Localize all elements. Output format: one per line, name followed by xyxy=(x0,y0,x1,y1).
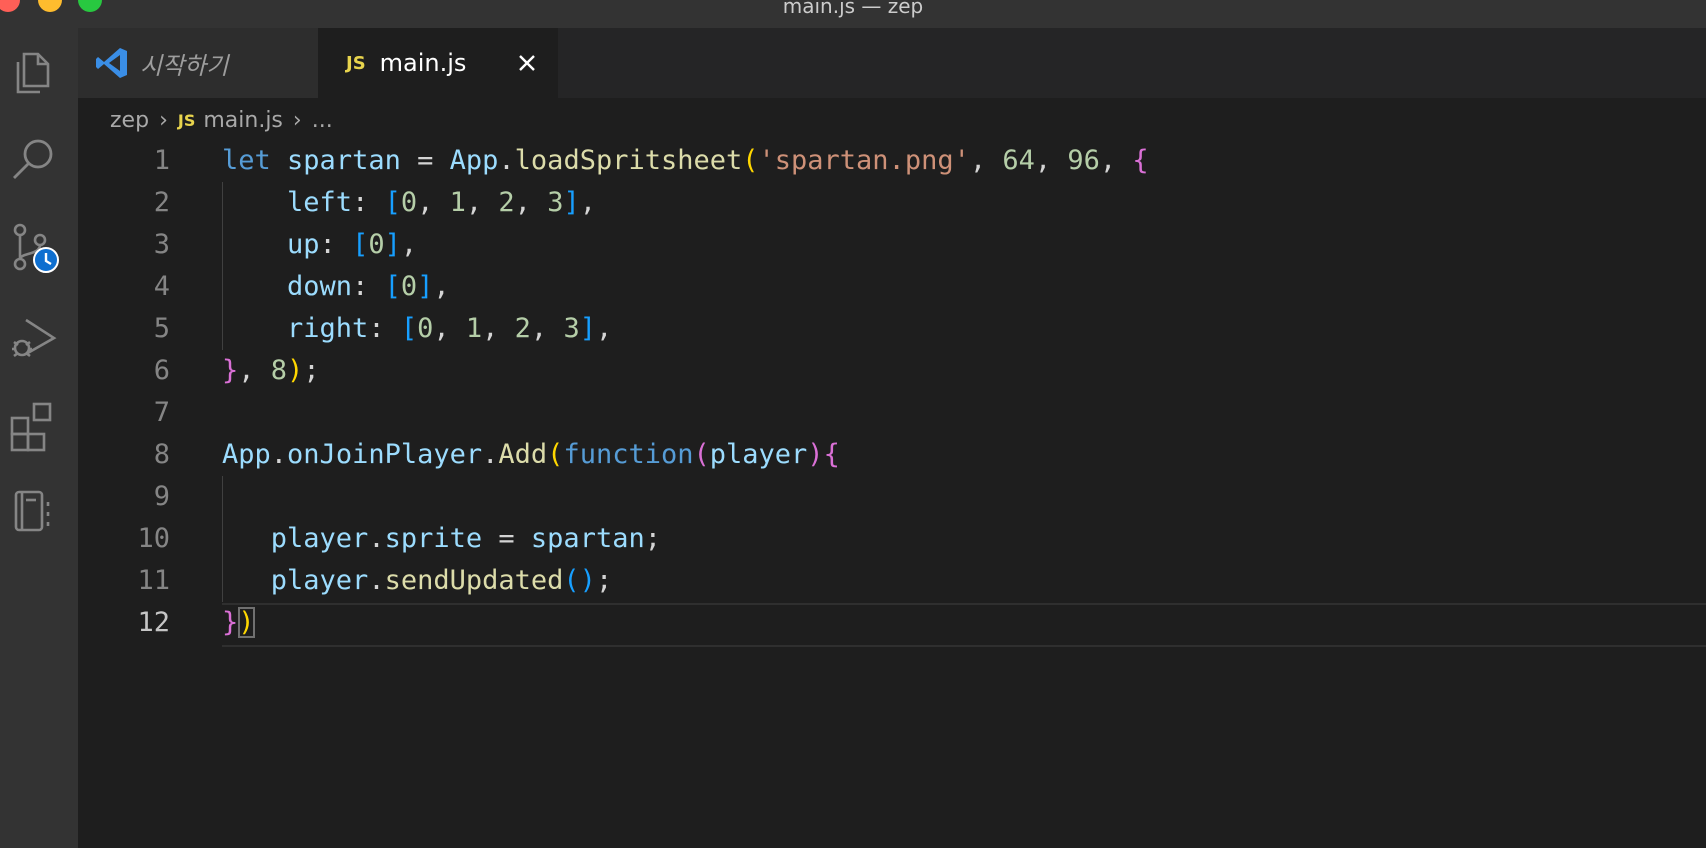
code-line[interactable]: 9 xyxy=(78,476,1706,518)
code-line[interactable]: 1 let spartan = App.loadSpritsheet('spart… xyxy=(78,140,1706,182)
code-line[interactable]: 10 player.sprite = spartan; xyxy=(78,518,1706,560)
close-icon[interactable] xyxy=(510,46,544,80)
code-line[interactable]: 6 }, 8); xyxy=(78,350,1706,392)
line-number: 7 xyxy=(153,397,170,428)
code-line-text: up: [0], xyxy=(287,229,418,260)
tab-welcome-label: 시작하기 xyxy=(140,51,229,80)
run-debug-icon[interactable] xyxy=(4,306,64,366)
code-line[interactable]: 4 down: [0], xyxy=(78,266,1706,308)
code-line[interactable]: 11 player.sendUpdated(); xyxy=(78,560,1706,602)
line-number: 12 xyxy=(137,607,170,638)
tab-bar: 시작하기 JS main.js xyxy=(78,28,1706,98)
line-number: 5 xyxy=(153,313,170,344)
tab-welcome[interactable]: 시작하기 xyxy=(78,28,318,98)
code-line-text: App.onJoinPlayer.Add(function(player){ xyxy=(222,439,840,470)
code-line[interactable]: 3 up: [0], xyxy=(78,224,1706,266)
tab-main-js-label: main.js xyxy=(379,49,467,77)
js-file-icon: JS xyxy=(346,52,366,74)
code-line-text: player.sendUpdated(); xyxy=(270,565,613,596)
code-line-text: }) xyxy=(222,607,255,638)
code-line-text: let spartan = App.loadSpritsheet('sparta… xyxy=(222,145,1149,176)
line-number: 2 xyxy=(153,187,170,218)
line-number: 1 xyxy=(153,145,170,176)
line-number: 10 xyxy=(137,523,170,554)
extensions-icon[interactable] xyxy=(4,394,64,454)
search-icon[interactable] xyxy=(4,130,64,190)
title-bar: main.js — zep xyxy=(0,0,1706,28)
notebook-icon[interactable] xyxy=(4,482,64,542)
breadcrumb-symbol[interactable]: ... xyxy=(312,108,333,133)
code-line[interactable]: 7 xyxy=(78,392,1706,434)
code-line-text: right: [0, 1, 2, 3], xyxy=(287,313,613,344)
code-line-text: }, 8); xyxy=(222,355,320,386)
code-line-text: left: [0, 1, 2, 3], xyxy=(287,187,596,218)
activity-bar xyxy=(0,28,78,848)
code-line[interactable]: 12}) xyxy=(78,602,1706,644)
vscode-logo-icon xyxy=(94,45,130,81)
breadcrumb-file[interactable]: main.js xyxy=(203,108,283,133)
files-icon[interactable] xyxy=(4,42,64,102)
window-title: main.js — zep xyxy=(782,0,924,18)
code-line[interactable]: 2 left: [0, 1, 2, 3], xyxy=(78,182,1706,224)
code-line[interactable]: 8 App.onJoinPlayer.Add(function(player){ xyxy=(78,434,1706,476)
chevron-right-icon: › xyxy=(159,107,168,133)
line-number: 6 xyxy=(153,355,170,386)
line-number: 9 xyxy=(153,481,170,512)
tab-main-js[interactable]: JS main.js xyxy=(318,28,558,98)
code-line[interactable]: 5 right: [0, 1, 2, 3], xyxy=(78,308,1706,350)
code-editor[interactable]: 1 let spartan = App.loadSpritsheet('spart… xyxy=(78,140,1706,848)
line-number: 3 xyxy=(153,229,170,260)
breadcrumb: zep › JS main.js › ... xyxy=(110,100,333,140)
source-control-icon[interactable] xyxy=(4,218,64,278)
chevron-right-icon: › xyxy=(292,107,302,133)
breadcrumb-folder[interactable]: zep xyxy=(110,108,149,133)
line-number: 8 xyxy=(153,439,170,470)
code-line-text: down: [0], xyxy=(287,271,450,302)
js-file-icon: JS xyxy=(177,110,196,130)
line-number: 11 xyxy=(137,565,170,596)
code-line-text: player.sprite = spartan; xyxy=(270,523,661,554)
line-number: 4 xyxy=(153,271,170,302)
